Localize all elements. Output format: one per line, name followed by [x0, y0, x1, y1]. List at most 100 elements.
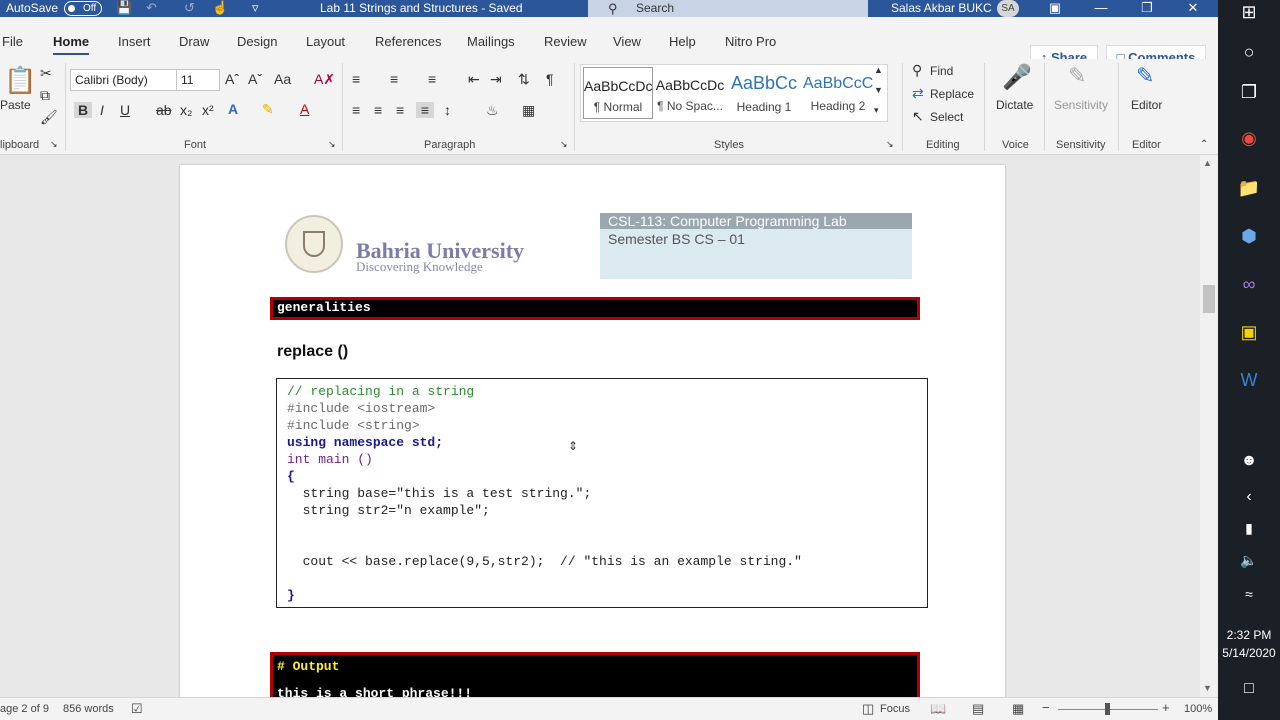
proofing-icon[interactable]: ☑	[131, 701, 143, 717]
scroll-up-icon[interactable]: ▲	[1203, 158, 1212, 168]
tab-review[interactable]: Review	[544, 34, 587, 49]
highlight-icon[interactable]: ✎	[262, 101, 274, 118]
notifications-icon[interactable]: □	[1218, 680, 1280, 698]
chrome-icon[interactable]: ◉	[1218, 128, 1280, 149]
find-button[interactable]: Find	[930, 64, 953, 78]
bullets-icon[interactable]: ≡	[352, 71, 360, 87]
tab-draw[interactable]: Draw	[179, 34, 209, 49]
save-icon[interactable]: 💾	[116, 0, 132, 16]
tab-nitro-pro[interactable]: Nitro Pro	[725, 34, 776, 49]
tab-mailings[interactable]: Mailings	[467, 34, 515, 49]
align-left-icon[interactable]: ≡	[352, 102, 360, 118]
copy-icon[interactable]: ⧉	[40, 87, 50, 104]
styles-more-icon[interactable]: ▾	[874, 105, 879, 116]
strikethrough-icon[interactable]: ab	[156, 102, 172, 118]
editor-icon[interactable]: ✎	[1136, 63, 1154, 89]
change-case-icon[interactable]: Aa	[274, 71, 291, 87]
style-heading-1[interactable]: AaBbCc Heading 1	[729, 67, 799, 122]
word-count[interactable]: 856 words	[63, 703, 114, 715]
font-name-dropdown[interactable]: Calibri (Body)	[70, 69, 178, 91]
cortana-icon[interactable]: ○	[1218, 42, 1280, 63]
dictate-button[interactable]: Dictate	[996, 98, 1033, 112]
styles-scroll-up-icon[interactable]: ▲	[874, 65, 883, 75]
wifi-icon[interactable]: ≈	[1218, 586, 1280, 602]
underline-icon[interactable]: U	[120, 102, 130, 118]
borders-icon[interactable]: ▦	[522, 102, 535, 119]
show-hidden-icons-icon[interactable]: ‹	[1218, 488, 1280, 506]
collapse-ribbon-icon[interactable]: ⌃	[1200, 139, 1208, 150]
redo-icon[interactable]: ↺	[184, 0, 195, 16]
document-title[interactable]: Lab 11 Strings and Structures - Saved	[320, 1, 523, 15]
visual-studio-icon[interactable]: ∞	[1218, 274, 1280, 295]
replace-button[interactable]: Replace	[930, 87, 974, 101]
task-view-icon[interactable]: ❐	[1218, 82, 1280, 103]
web-layout-icon[interactable]: ▦	[1012, 701, 1024, 717]
increase-indent-icon[interactable]: ⇥	[490, 71, 502, 88]
cut-icon[interactable]: ✂	[40, 65, 52, 82]
editor-button[interactable]: Editor	[1131, 98, 1162, 112]
shading-icon[interactable]: ♨	[486, 102, 499, 119]
style-no-spacing[interactable]: AaBbCcDc ¶ No Spac...	[655, 67, 725, 122]
tab-home[interactable]: Home	[53, 34, 90, 55]
page-info[interactable]: age 2 of 9	[0, 703, 49, 715]
font-color-icon[interactable]: A	[300, 101, 309, 117]
paste-icon[interactable]: 📋	[4, 65, 36, 96]
undo-icon[interactable]: ↶	[146, 0, 157, 16]
justify-icon[interactable]: ≡	[416, 102, 434, 118]
start-icon[interactable]: ⊞	[1218, 2, 1280, 23]
volume-icon[interactable]: 🔈	[1218, 552, 1280, 569]
sort-icon[interactable]: ⇅	[518, 71, 530, 88]
box-app-icon[interactable]: ⬢	[1218, 226, 1280, 247]
styles-scroll-down-icon[interactable]: ▼	[874, 85, 883, 95]
customize-toolbar-icon[interactable]: ▿	[252, 0, 259, 16]
word-icon[interactable]: W	[1218, 370, 1280, 391]
select-button[interactable]: Select	[930, 110, 963, 124]
numbering-icon[interactable]: ≡	[390, 71, 398, 87]
microphone-icon[interactable]: 🎤	[1002, 63, 1032, 92]
bold-icon[interactable]: B	[74, 102, 92, 118]
clear-formatting-icon[interactable]: A✗	[314, 71, 335, 88]
people-icon[interactable]: ☻	[1218, 452, 1280, 470]
vertical-scrollbar[interactable]: ▲ ▼	[1200, 155, 1218, 697]
code-block[interactable]: // replacing in a string #include <iostr…	[276, 378, 928, 608]
document-page[interactable]: Bahria University Discovering Knowledge …	[180, 165, 1005, 720]
tab-layout[interactable]: Layout	[306, 34, 345, 49]
superscript-icon[interactable]: x²	[202, 102, 214, 118]
tab-design[interactable]: Design	[237, 34, 277, 49]
style-heading-2[interactable]: AaBbCcC Heading 2	[803, 67, 873, 122]
align-right-icon[interactable]: ≡	[396, 102, 404, 118]
user-name[interactable]: Salas Akbar BUKC	[891, 1, 992, 15]
multilevel-list-icon[interactable]: ≡	[428, 71, 436, 87]
avatar[interactable]: SA	[997, 0, 1019, 17]
tab-help[interactable]: Help	[669, 34, 696, 49]
zoom-in-icon[interactable]: +	[1162, 700, 1170, 715]
paste-label[interactable]: Paste	[0, 98, 31, 112]
align-center-icon[interactable]: ≡	[374, 102, 382, 118]
styles-launcher-icon[interactable]: ↘	[886, 139, 894, 150]
shrink-font-icon[interactable]: Aˇ	[248, 71, 262, 87]
touch-mode-icon[interactable]: ☝	[212, 0, 228, 16]
tab-file[interactable]: File	[2, 34, 23, 49]
font-launcher-icon[interactable]: ↘	[328, 139, 336, 150]
tab-insert[interactable]: Insert	[118, 34, 151, 49]
minimize-icon[interactable]: —	[1086, 0, 1116, 17]
tab-view[interactable]: View	[613, 34, 641, 49]
read-mode-icon[interactable]: 📖	[930, 701, 946, 717]
find-icon[interactable]: ⚲	[912, 62, 922, 79]
document-area[interactable]: Bahria University Discovering Knowledge …	[0, 155, 1218, 720]
text-effects-icon[interactable]: A	[228, 101, 238, 117]
paragraph-launcher-icon[interactable]: ↘	[560, 139, 568, 150]
focus-icon[interactable]: ◫	[862, 701, 874, 717]
show-formatting-icon[interactable]: ¶	[546, 71, 554, 87]
zoom-out-icon[interactable]: −	[1042, 700, 1050, 715]
line-spacing-icon[interactable]: ↕	[444, 102, 451, 118]
file-explorer-icon[interactable]: 📁	[1218, 178, 1280, 199]
restore-icon[interactable]: ❐	[1132, 0, 1162, 17]
clipboard-launcher-icon[interactable]: ↘	[50, 139, 58, 150]
zoom-level[interactable]: 100%	[1184, 703, 1212, 715]
tab-references[interactable]: References	[375, 34, 441, 49]
select-icon[interactable]: ↖	[912, 108, 924, 125]
style-normal[interactable]: AaBbCcDc ¶ Normal	[583, 67, 653, 119]
ribbon-display-icon[interactable]: ▣	[1040, 0, 1070, 17]
replace-icon[interactable]: ⇄	[912, 85, 924, 102]
